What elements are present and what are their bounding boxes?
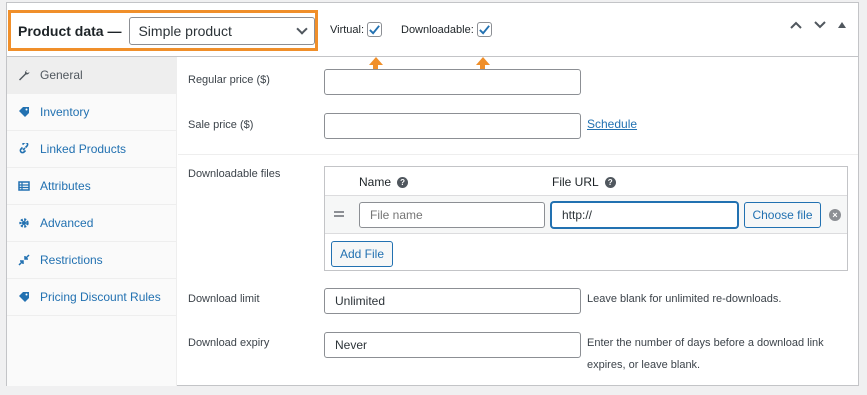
downloadable-option: Downloadable:	[401, 22, 492, 37]
file-url-input[interactable]: http://	[551, 202, 738, 228]
tag-icon	[17, 290, 31, 304]
tab-label: Restrictions	[40, 253, 103, 267]
help-icon[interactable]: ?	[604, 176, 616, 188]
virtual-option: Virtual:	[330, 22, 383, 37]
choose-file-button[interactable]: Choose file	[744, 202, 821, 228]
divider	[178, 154, 858, 155]
downloadable-checkbox[interactable]	[476, 22, 492, 37]
chevron-down-icon[interactable]	[814, 21, 826, 29]
product-data-label: Product data —	[18, 22, 122, 39]
chevron-down-icon	[296, 22, 308, 35]
table-icon	[17, 179, 31, 193]
shrink-icon	[17, 253, 31, 267]
tab-label: Attributes	[40, 179, 91, 193]
download-expiry-description: Enter the number of days before a downlo…	[587, 337, 824, 371]
sale-price-label: Sale price ($)	[188, 119, 254, 131]
regular-price-label: Regular price ($)	[188, 74, 270, 86]
tab-linked-products[interactable]: Linked Products	[7, 131, 176, 168]
link-icon	[17, 142, 31, 156]
chevron-up-icon[interactable]	[790, 21, 802, 29]
tab-inventory[interactable]: Inventory	[7, 94, 176, 131]
sale-price-input[interactable]	[324, 113, 581, 139]
column-file-url: File URL ?	[552, 175, 616, 189]
regular-price-input[interactable]	[324, 69, 581, 95]
tab-label: Advanced	[40, 216, 94, 230]
tab-general[interactable]: General	[7, 57, 176, 94]
tag-icon	[17, 105, 31, 119]
checkmark-icon	[478, 25, 490, 35]
tab-label: Pricing Discount Rules	[40, 290, 161, 304]
tab-label: Inventory	[40, 105, 90, 119]
product-data-tabs: General Inventory Linked Products Attrib…	[7, 57, 177, 386]
general-options: Regular price ($) Sale price ($) Schedul…	[178, 57, 858, 386]
download-limit-description: Leave blank for unlimited re-downloads.	[587, 293, 782, 305]
tab-attributes[interactable]: Attributes	[7, 168, 176, 205]
downloadable-files-table: Name ? File URL ? File name http:// Choo…	[324, 166, 848, 271]
help-icon[interactable]: ?	[397, 176, 409, 188]
virtual-checkbox[interactable]	[367, 22, 383, 37]
tab-pricing-discount-rules[interactable]: Pricing Discount Rules	[7, 279, 176, 316]
table-header: Name ? File URL ?	[325, 167, 847, 196]
file-name-input[interactable]: File name	[359, 202, 545, 228]
table-row: File name http:// Choose file ×	[325, 196, 847, 234]
product-type-select[interactable]: Simple product	[129, 16, 315, 45]
panel-controls	[790, 21, 846, 29]
product-data-header: Product data — Simple product Virtual: D…	[7, 3, 858, 57]
schedule-link[interactable]: Schedule	[587, 117, 637, 131]
tab-label: Linked Products	[40, 142, 127, 156]
tab-label: General	[40, 68, 83, 82]
download-expiry-input[interactable]: Never	[324, 332, 581, 358]
virtual-label: Virtual:	[330, 23, 365, 36]
downloadable-files-label: Downloadable files	[188, 168, 281, 180]
download-limit-label: Download limit	[188, 293, 260, 305]
drag-handle-icon[interactable]	[334, 211, 344, 219]
tab-restrictions[interactable]: Restrictions	[7, 242, 176, 279]
remove-file-icon[interactable]: ×	[829, 209, 841, 221]
download-limit-input[interactable]: Unlimited	[324, 288, 581, 314]
download-expiry-label: Download expiry	[188, 337, 270, 349]
triangle-up-icon[interactable]	[838, 22, 846, 28]
product-type-highlight: Product data — Simple product	[8, 10, 318, 51]
wrench-icon	[17, 68, 31, 82]
column-name: Name ?	[359, 175, 409, 189]
downloadable-label: Downloadable:	[401, 23, 474, 36]
gear-icon	[17, 216, 31, 230]
checkmark-icon	[369, 25, 380, 35]
product-data-panel: Product data — Simple product Virtual: D…	[6, 2, 859, 386]
add-file-button[interactable]: Add File	[331, 241, 393, 267]
tab-advanced[interactable]: Advanced	[7, 205, 176, 242]
product-type-value: Simple product	[138, 22, 232, 39]
